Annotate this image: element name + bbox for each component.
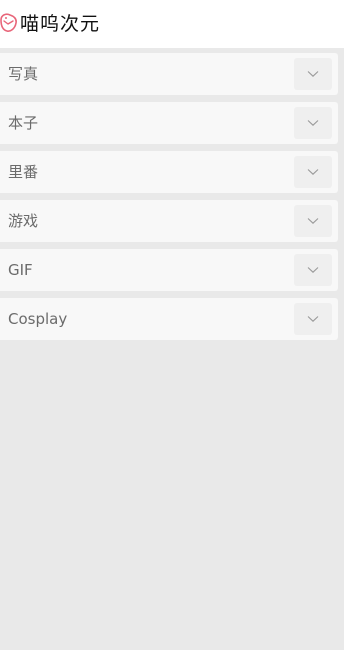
expand-toggle-button[interactable] — [294, 254, 332, 286]
menu-item-label[interactable]: GIF — [8, 249, 33, 291]
menu-item-photos[interactable]: 写真 — [0, 53, 338, 95]
expand-toggle-button[interactable] — [294, 107, 332, 139]
chevron-down-icon — [307, 71, 319, 77]
expand-toggle-button[interactable] — [294, 205, 332, 237]
menu-item-anime[interactable]: 里番 — [0, 151, 338, 193]
site-title[interactable]: 喵呜次元 — [20, 13, 100, 35]
cat-bowl-icon[interactable] — [0, 12, 18, 34]
chevron-down-icon — [307, 316, 319, 322]
top-header: 喵呜次元 — [0, 0, 344, 48]
chevron-down-icon — [307, 169, 319, 175]
chevron-down-icon — [307, 267, 319, 273]
expand-toggle-button[interactable] — [294, 303, 332, 335]
chevron-down-icon — [307, 120, 319, 126]
menu-item-games[interactable]: 游戏 — [0, 200, 338, 242]
menu-item-cosplay[interactable]: Cosplay — [0, 298, 338, 340]
menu-item-label[interactable]: 本子 — [8, 102, 38, 144]
chevron-down-icon — [307, 218, 319, 224]
expand-toggle-button[interactable] — [294, 58, 332, 90]
menu-item-label[interactable]: 写真 — [8, 53, 38, 95]
menu-item-label[interactable]: 游戏 — [8, 200, 38, 242]
expand-toggle-button[interactable] — [294, 156, 332, 188]
menu-item-gif[interactable]: GIF — [0, 249, 338, 291]
menu-item-comics[interactable]: 本子 — [0, 102, 338, 144]
menu-item-label[interactable]: Cosplay — [8, 298, 67, 340]
menu-item-label[interactable]: 里番 — [8, 151, 38, 193]
